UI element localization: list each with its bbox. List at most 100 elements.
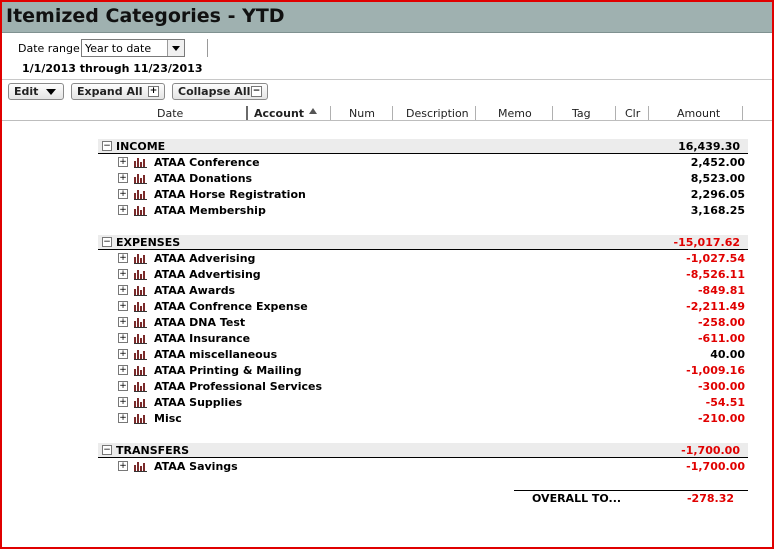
- plus-box-icon[interactable]: +: [118, 365, 128, 375]
- plus-box-icon[interactable]: +: [118, 173, 128, 183]
- column-header-amount[interactable]: Amount: [677, 107, 720, 120]
- collapse-all-label: Collapse All: [178, 85, 251, 98]
- transfers-section-header[interactable]: − TRANSFERS -1,700.00: [98, 443, 748, 457]
- bar-chart-icon[interactable]: [134, 381, 148, 392]
- bar-chart-icon[interactable]: [134, 301, 148, 312]
- category-row[interactable]: + ATAA miscellaneous 40.00: [98, 347, 748, 363]
- category-name: ATAA miscellaneous: [154, 348, 278, 361]
- plus-box-icon[interactable]: +: [118, 205, 128, 215]
- category-amount: -8,526.11: [686, 268, 745, 281]
- category-row[interactable]: + ATAA Membership 3,168.25: [98, 203, 748, 219]
- bar-chart-icon[interactable]: [134, 173, 148, 184]
- collapse-all-button[interactable]: Collapse All −: [172, 83, 268, 100]
- category-amount: -1,009.16: [686, 364, 745, 377]
- plus-box-icon[interactable]: +: [118, 157, 128, 167]
- report-window: Itemized Categories - YTD Date range: Ye…: [0, 0, 774, 549]
- bar-chart-icon[interactable]: [134, 349, 148, 360]
- plus-box-icon[interactable]: +: [118, 413, 128, 423]
- column-divider[interactable]: [246, 106, 248, 120]
- category-name: ATAA DNA Test: [154, 316, 246, 329]
- plus-box-icon[interactable]: +: [118, 397, 128, 407]
- bar-chart-icon[interactable]: [134, 269, 148, 280]
- plus-box-icon[interactable]: +: [118, 381, 128, 391]
- bar-chart-icon[interactable]: [134, 365, 148, 376]
- plus-box-icon[interactable]: +: [118, 269, 128, 279]
- column-header-description[interactable]: Description: [406, 107, 469, 120]
- category-row[interactable]: + ATAA Adverising -1,027.54: [98, 251, 748, 267]
- total-underline: [514, 490, 748, 491]
- category-name: ATAA Advertising: [154, 268, 261, 281]
- category-amount: -1,700.00: [686, 460, 745, 473]
- category-amount: 40.00: [710, 348, 745, 361]
- category-row[interactable]: + ATAA Professional Services -300.00: [98, 379, 748, 395]
- category-row[interactable]: + ATAA Horse Registration 2,296.05: [98, 187, 748, 203]
- column-header-memo[interactable]: Memo: [498, 107, 532, 120]
- column-header-clr[interactable]: Clr: [625, 107, 640, 120]
- column-header-num[interactable]: Num: [349, 107, 375, 120]
- category-row[interactable]: + ATAA Donations 8,523.00: [98, 171, 748, 187]
- date-range-label: Date range:: [18, 42, 84, 55]
- overall-total-label: OVERALL TO...: [532, 492, 622, 505]
- category-name: ATAA Savings: [154, 460, 238, 473]
- minus-box-icon[interactable]: −: [102, 445, 112, 455]
- category-row[interactable]: + ATAA Conference 2,452.00: [98, 155, 748, 171]
- section-total: -15,017.62: [673, 236, 741, 249]
- column-divider[interactable]: [330, 106, 331, 120]
- category-amount: -258.00: [697, 316, 745, 329]
- date-range-select[interactable]: Year to date: [81, 39, 185, 57]
- plus-box-icon[interactable]: +: [118, 461, 128, 471]
- category-row[interactable]: + ATAA Printing & Mailing -1,009.16: [98, 363, 748, 379]
- plus-box-icon[interactable]: +: [118, 253, 128, 263]
- date-range-dropdown-button[interactable]: [167, 40, 184, 56]
- bar-chart-icon[interactable]: [134, 205, 148, 216]
- category-row[interactable]: + ATAA Awards -849.81: [98, 283, 748, 299]
- bar-chart-icon[interactable]: [134, 317, 148, 328]
- plus-box-icon[interactable]: +: [118, 349, 128, 359]
- bar-chart-icon[interactable]: [134, 461, 148, 472]
- column-divider[interactable]: [648, 106, 649, 120]
- category-row[interactable]: + ATAA Insurance -611.00: [98, 331, 748, 347]
- plus-box-icon[interactable]: +: [118, 333, 128, 343]
- category-row[interactable]: + ATAA Supplies -54.51: [98, 395, 748, 411]
- column-divider[interactable]: [552, 106, 553, 120]
- category-amount: -1,027.54: [686, 252, 745, 265]
- bar-chart-icon[interactable]: [134, 157, 148, 168]
- category-row[interactable]: + ATAA Confrence Expense -2,211.49: [98, 299, 748, 315]
- bar-chart-icon[interactable]: [134, 189, 148, 200]
- category-amount: -300.00: [697, 380, 745, 393]
- category-row[interactable]: + ATAA DNA Test -258.00: [98, 315, 748, 331]
- column-header-tag[interactable]: Tag: [572, 107, 591, 120]
- category-name: ATAA Insurance: [154, 332, 251, 345]
- category-name: ATAA Adverising: [154, 252, 256, 265]
- edit-button[interactable]: Edit: [8, 83, 64, 100]
- column-header-date[interactable]: Date: [157, 107, 183, 120]
- expand-all-button[interactable]: Expand All +: [71, 83, 165, 100]
- column-divider[interactable]: [475, 106, 476, 120]
- column-divider[interactable]: [392, 106, 393, 120]
- category-row[interactable]: + ATAA Savings -1,700.00: [98, 459, 748, 475]
- date-range-value: Year to date: [85, 42, 152, 55]
- section-label: INCOME: [116, 140, 166, 153]
- plus-box-icon[interactable]: +: [118, 189, 128, 199]
- income-section-header[interactable]: − INCOME 16,439.30: [98, 139, 748, 153]
- column-divider[interactable]: [742, 106, 743, 120]
- category-name: ATAA Horse Registration: [154, 188, 306, 201]
- category-row[interactable]: + ATAA Advertising -8,526.11: [98, 267, 748, 283]
- bar-chart-icon[interactable]: [134, 285, 148, 296]
- category-name: ATAA Donations: [154, 172, 253, 185]
- expenses-section-header[interactable]: − EXPENSES -15,017.62: [98, 235, 748, 249]
- bar-chart-icon[interactable]: [134, 397, 148, 408]
- minus-box-icon[interactable]: −: [102, 141, 112, 151]
- plus-box-icon[interactable]: +: [118, 301, 128, 311]
- column-header-row: Date Account Num Description Memo Tag Cl…: [2, 104, 772, 121]
- category-row[interactable]: + Misc -210.00: [98, 411, 748, 427]
- bar-chart-icon[interactable]: [134, 333, 148, 344]
- category-name: ATAA Conference: [154, 156, 260, 169]
- bar-chart-icon[interactable]: [134, 413, 148, 424]
- column-header-account[interactable]: Account: [254, 107, 304, 120]
- plus-box-icon[interactable]: +: [118, 317, 128, 327]
- minus-box-icon[interactable]: −: [102, 237, 112, 247]
- bar-chart-icon[interactable]: [134, 253, 148, 264]
- plus-box-icon[interactable]: +: [118, 285, 128, 295]
- column-divider[interactable]: [615, 106, 616, 120]
